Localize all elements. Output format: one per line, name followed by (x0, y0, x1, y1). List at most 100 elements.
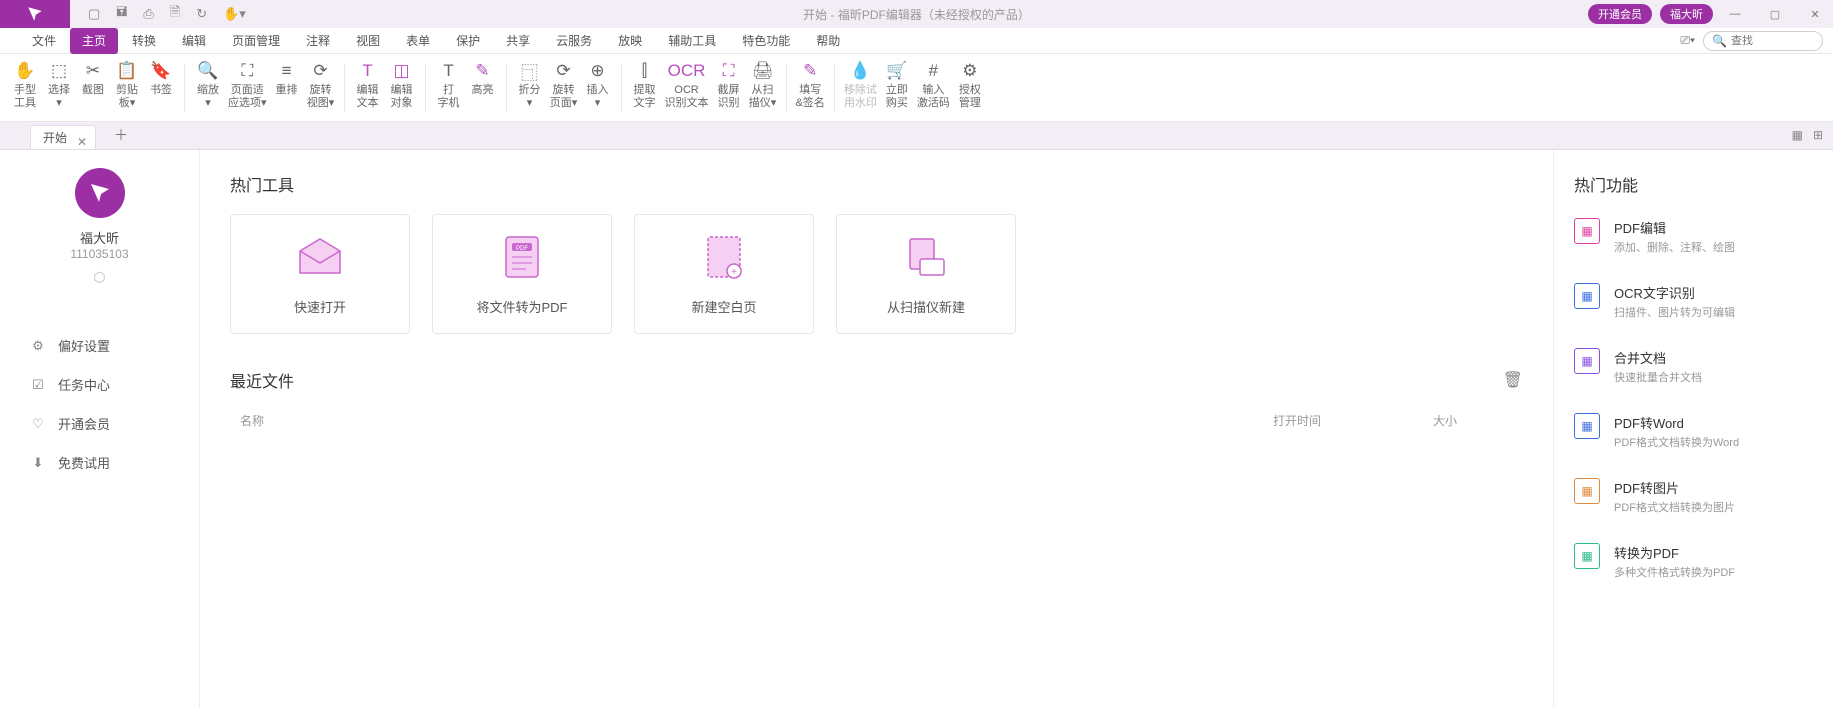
feature-title: PDF转Word (1614, 413, 1739, 432)
menu-表单[interactable]: 表单 (394, 28, 442, 54)
tool-card-从扫描仪新建[interactable]: 从扫描仪新建 (836, 214, 1016, 334)
ribbon-提取文字[interactable]: ⫿提取 文字 (628, 60, 662, 116)
ribbon-label: 输入 激活码 (917, 84, 950, 110)
close-button[interactable]: ✕ (1797, 0, 1833, 28)
menu-注释[interactable]: 注释 (294, 28, 342, 54)
tab-start[interactable]: 开始 ✕ (30, 125, 96, 149)
feature-合并文档[interactable]: ▦合并文档快速批量合并文档 (1574, 348, 1813, 385)
nav-免费试用[interactable]: ⬇免费试用 (0, 443, 199, 482)
print-icon[interactable]: ⎙ (143, 6, 153, 22)
sidebar-right: 热门功能 ▦PDF编辑添加、删除、注释、绘图▦OCR文字识别扫描件、图片转为可编… (1553, 150, 1833, 708)
ribbon-截图[interactable]: ✂截图 (76, 60, 110, 116)
ribbon-插入[interactable]: ⊕插入 ▾ (581, 60, 615, 116)
feature-PDF编辑[interactable]: ▦PDF编辑添加、删除、注释、绘图 (1574, 218, 1813, 255)
hand-icon[interactable]: ✋▾ (223, 6, 246, 22)
ribbon-从扫描仪[interactable]: 🖨从扫 描仪▾ (746, 60, 780, 116)
feature-desc: 扫描件、图片转为可编辑 (1614, 304, 1735, 320)
menu-文件[interactable]: 文件 (20, 28, 68, 54)
ribbon-OCR识别文本[interactable]: OCROCR 识别文本 (662, 60, 712, 116)
ribbon-输入激活码[interactable]: #输入 激活码 (914, 60, 953, 116)
ribbon-页面适应选项[interactable]: ⛶页面适 应选项▾ (225, 60, 270, 116)
redo-icon[interactable]: ↻ (196, 6, 207, 22)
tool-card-icon (902, 233, 950, 281)
list-view-icon[interactable]: ⊞ (1813, 128, 1823, 142)
ribbon-icon: 🔍 (197, 60, 218, 82)
feature-PDF转Word[interactable]: ▦PDF转WordPDF格式文档转换为Word (1574, 413, 1813, 450)
ribbon-折分[interactable]: ⿹折分 ▾ (513, 60, 547, 116)
tool-card-快速打开[interactable]: 快速打开 (230, 214, 410, 334)
menu-保护[interactable]: 保护 (444, 28, 492, 54)
ribbon-label: 授权 管理 (959, 84, 981, 110)
ribbon-旋转页面[interactable]: ⟳旋转 页面▾ (547, 60, 581, 116)
feature-OCR文字识别[interactable]: ▦OCR文字识别扫描件、图片转为可编辑 (1574, 283, 1813, 320)
menu-视图[interactable]: 视图 (344, 28, 392, 54)
vip-button[interactable]: 开通会员 (1588, 4, 1652, 24)
nav-任务中心[interactable]: ☑任务中心 (0, 365, 199, 404)
menu-帮助[interactable]: 帮助 (804, 28, 852, 54)
trash-icon[interactable]: 🗑 (1503, 370, 1523, 390)
ribbon-授权管理[interactable]: ⚙授权 管理 (953, 60, 987, 116)
ribbon-编辑文本[interactable]: T编辑 文本 (351, 60, 385, 116)
ribbon-截屏识别[interactable]: ⛶截屏 识别 (712, 60, 746, 116)
save-icon[interactable]: 🖬 (116, 3, 127, 25)
ribbon-icon: ⚙ (962, 60, 977, 82)
avatar[interactable] (75, 168, 125, 218)
search-mode-dropdown[interactable]: ⎚▾ (1680, 33, 1695, 48)
menu-辅助工具[interactable]: 辅助工具 (656, 28, 728, 54)
ribbon-选择[interactable]: ⬚选择 ▾ (42, 60, 76, 116)
document-tab-strip: 开始 ✕ ＋ ▦ ⊞ (0, 122, 1833, 150)
nav-icon: ☑ (30, 377, 46, 393)
feature-desc: PDF格式文档转换为图片 (1614, 499, 1735, 515)
menu-编辑[interactable]: 编辑 (170, 28, 218, 54)
user-pill[interactable]: 福大昕 (1660, 4, 1713, 24)
ribbon-icon: ⊕ (590, 60, 604, 82)
ribbon-label: 立即 购买 (886, 84, 908, 110)
feature-PDF转图片[interactable]: ▦PDF转图片PDF格式文档转换为图片 (1574, 478, 1813, 515)
nav-icon: ♡ (30, 416, 46, 432)
feature-icon: ▦ (1574, 348, 1600, 374)
feature-title: 合并文档 (1614, 348, 1702, 367)
add-tab-button[interactable]: ＋ (114, 125, 128, 145)
tool-card-新建空白页[interactable]: +新建空白页 (634, 214, 814, 334)
search-box[interactable]: 🔍 (1703, 31, 1823, 51)
menu-云服务[interactable]: 云服务 (544, 28, 604, 54)
minimize-button[interactable]: — (1717, 0, 1753, 28)
grid-view-icon[interactable]: ▦ (1792, 128, 1803, 142)
ribbon-label: 选择 ▾ (48, 84, 70, 110)
ribbon-icon: T (362, 60, 372, 82)
ribbon-立即购买[interactable]: 🛒立即 购买 (880, 60, 914, 116)
tool-card-icon: + (700, 233, 748, 281)
menu-放映[interactable]: 放映 (606, 28, 654, 54)
ribbon-剪贴板[interactable]: 📋剪贴 板▾ (110, 60, 144, 116)
ribbon-icon: ✎ (803, 60, 817, 82)
menu-共享[interactable]: 共享 (494, 28, 542, 54)
tool-card-将文件转为PDF[interactable]: PDF将文件转为PDF (432, 214, 612, 334)
nav-开通会员[interactable]: ♡开通会员 (0, 404, 199, 443)
open-icon[interactable]: ▢ (88, 6, 100, 22)
ribbon-书签[interactable]: 🔖书签 (144, 60, 178, 116)
ribbon-高亮[interactable]: ✎高亮 (466, 60, 500, 116)
feature-icon: ▦ (1574, 478, 1600, 504)
feature-转换为PDF[interactable]: ▦转换为PDF多种文件格式转换为PDF (1574, 543, 1813, 580)
ribbon-手型工具[interactable]: ✋手型 工具 (8, 60, 42, 116)
maximize-button[interactable]: ▢ (1757, 0, 1793, 28)
recent-columns: 名称 打开时间 大小 (230, 412, 1523, 429)
feature-icon: ▦ (1574, 413, 1600, 439)
nav-偏好设置[interactable]: ⚙偏好设置 (0, 326, 199, 365)
ribbon-移除试用水印: 💧移除试 用水印 (841, 60, 880, 116)
feature-icon: ▦ (1574, 218, 1600, 244)
search-input[interactable] (1731, 35, 1811, 47)
ribbon-编辑对象[interactable]: ◫编辑 对象 (385, 60, 419, 116)
ribbon-旋转视图[interactable]: ⟳旋转 视图▾ (304, 60, 338, 116)
menu-转换[interactable]: 转换 (120, 28, 168, 54)
ribbon-缩放[interactable]: 🔍缩放 ▾ (191, 60, 225, 116)
ribbon-填写&签名[interactable]: ✎填写 &签名 (793, 60, 828, 116)
ribbon-重排[interactable]: ≡重排 (270, 60, 304, 116)
feature-title: PDF编辑 (1614, 218, 1735, 237)
close-icon[interactable]: ✕ (77, 130, 87, 154)
menu-主页[interactable]: 主页 (70, 28, 118, 54)
menu-特色功能[interactable]: 特色功能 (730, 28, 802, 54)
undo-icon[interactable]: 🗎 (170, 3, 180, 25)
ribbon-打字机[interactable]: T打 字机 (432, 60, 466, 116)
menu-页面管理[interactable]: 页面管理 (220, 28, 292, 54)
